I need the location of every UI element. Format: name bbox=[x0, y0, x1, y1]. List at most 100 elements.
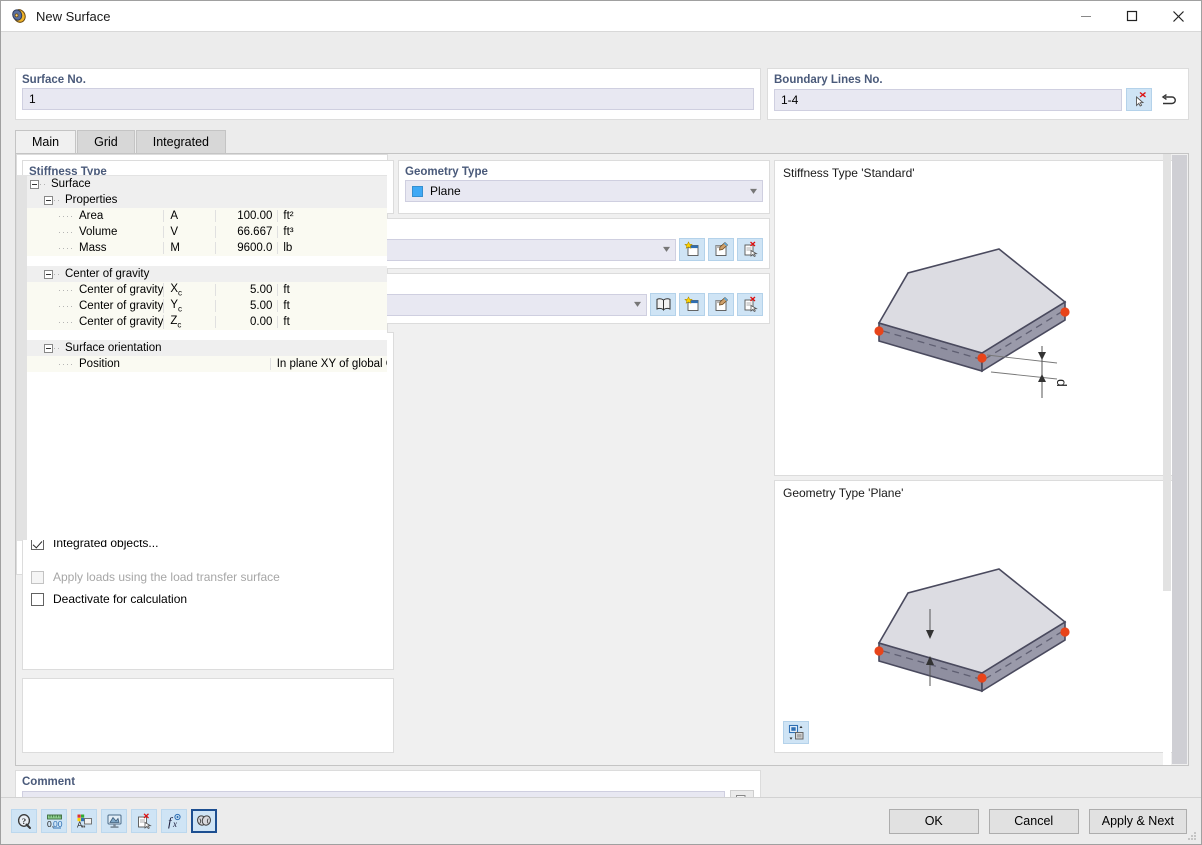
tree-row-label: Properties bbox=[65, 194, 118, 206]
tree-connector: ·· bbox=[39, 179, 47, 189]
minimize-button[interactable] bbox=[1063, 1, 1109, 32]
reverse-icon[interactable] bbox=[1156, 88, 1182, 111]
visibility-icon[interactable] bbox=[101, 809, 127, 833]
collapse-icon[interactable] bbox=[44, 343, 53, 353]
preview-geometry-title: Geometry Type 'Plane' bbox=[783, 486, 904, 500]
tree-row-unit: ft² bbox=[277, 210, 327, 222]
tree-row-value: 9600.0 bbox=[215, 242, 277, 254]
new-icon[interactable] bbox=[679, 293, 705, 316]
tab-main[interactable]: Main bbox=[15, 130, 77, 153]
select-lines-icon[interactable] bbox=[1126, 88, 1152, 111]
option-checkbox-10[interactable]: Deactivate for calculation bbox=[31, 588, 393, 610]
tree-row[interactable]: ···· Area A 100.00 ft² bbox=[27, 208, 387, 224]
main-tab-panel: Stiffness Type Standard ▾ Geometry Type … bbox=[15, 153, 1189, 766]
tab-integrated[interactable]: Integrated bbox=[135, 130, 227, 153]
cancel-button[interactable]: Cancel bbox=[988, 808, 1079, 834]
chevron-down-icon: ▾ bbox=[633, 299, 642, 310]
tree-row-label: Mass bbox=[79, 242, 107, 254]
edit-icon[interactable] bbox=[708, 293, 734, 316]
preview-geometry: Geometry Type 'Plane' bbox=[774, 480, 1184, 753]
display-properties-icon[interactable]: A bbox=[71, 809, 97, 833]
information-tree[interactable]: ·· Surface ·· Properties ···· Area A 100.00 ft² ·… bbox=[27, 176, 387, 540]
formula-icon[interactable]: f x bbox=[161, 809, 187, 833]
footer-toolbar: ? 0, 00 A f x bbox=[11, 809, 217, 833]
delete-icon[interactable] bbox=[737, 293, 763, 316]
chevron-down-icon: ▾ bbox=[749, 185, 758, 197]
ok-button[interactable]: OK bbox=[888, 808, 979, 834]
tab-grid-label: Grid bbox=[94, 135, 118, 149]
boundary-lines-label: Boundary Lines No. bbox=[774, 74, 883, 86]
tree-row-unit: ft³ bbox=[277, 226, 327, 238]
tab-bar: Main Grid Integrated bbox=[15, 130, 1189, 153]
close-button[interactable] bbox=[1155, 1, 1201, 32]
boundary-lines-input[interactable]: 1-4 bbox=[774, 88, 1122, 111]
geometry-type-value: Plane bbox=[430, 184, 461, 198]
chevron-down-icon: ▾ bbox=[662, 244, 671, 255]
collapse-icon[interactable] bbox=[44, 195, 53, 205]
collapse-icon[interactable] bbox=[44, 269, 53, 279]
geometry-type-label: Geometry Type bbox=[405, 166, 488, 178]
delete-object-icon[interactable] bbox=[131, 809, 157, 833]
tree-row[interactable]: ···· Volume V 66.667 ft³ bbox=[27, 224, 387, 240]
tab-grid[interactable]: Grid bbox=[77, 130, 135, 153]
surface-no-group: Surface No. 1 bbox=[15, 68, 761, 120]
library-icon[interactable] bbox=[650, 293, 676, 316]
checkbox-icon bbox=[31, 592, 44, 606]
tree-row-unit: ft bbox=[277, 316, 327, 328]
tree-connector: ···· bbox=[58, 243, 74, 253]
boundary-lines-group: Boundary Lines No. 1-4 bbox=[767, 68, 1189, 120]
tree-connector: ···· bbox=[58, 285, 74, 295]
tree-row-value: 5.00 bbox=[215, 300, 277, 312]
dialog-body: Surface No. 1 Boundary Lines No. 1-4 Mai… bbox=[1, 32, 1201, 844]
tree-row-label: Area bbox=[79, 210, 104, 222]
vertical-scrollbar[interactable] bbox=[1172, 155, 1187, 764]
tree-connector: ···· bbox=[58, 211, 74, 221]
geometry-type-select[interactable]: Plane ▾ bbox=[405, 180, 763, 202]
resize-grip[interactable] bbox=[1186, 830, 1198, 842]
tree-row-label: Surface bbox=[51, 178, 91, 190]
svg-text:?: ? bbox=[21, 816, 25, 826]
option-checkbox-9: Apply loads using the load transfer surf… bbox=[31, 566, 393, 588]
tree-row[interactable]: ·· Properties bbox=[27, 192, 387, 208]
tree-row-label: Center of gravity bbox=[79, 300, 164, 312]
collapse-icon[interactable] bbox=[30, 179, 39, 189]
tree-connector: ·· bbox=[53, 195, 61, 205]
tree-row[interactable]: ·· Surface orientation bbox=[27, 340, 387, 356]
units-icon[interactable]: 0, 00 bbox=[41, 809, 67, 833]
new-surface-dialog: New Surface Surface No. 1 Boundary Lines… bbox=[0, 0, 1202, 845]
preview-stiffness-canvas: d bbox=[775, 183, 1183, 475]
edit-icon[interactable] bbox=[708, 238, 734, 261]
options-spacer bbox=[31, 554, 393, 566]
tree-row[interactable]: ·· Surface bbox=[27, 176, 387, 192]
boundary-lines-value: 1-4 bbox=[781, 92, 799, 107]
tree-row-value: 100.00 bbox=[215, 210, 277, 222]
tree-row[interactable]: ···· Position In plane XY of global CS bbox=[27, 356, 387, 372]
tree-row[interactable]: ···· Center of gravity Yc 5.00 ft bbox=[27, 298, 387, 314]
comment-label: Comment bbox=[22, 776, 76, 788]
surface-no-input[interactable]: 1 bbox=[22, 88, 754, 110]
scrollbar-thumb[interactable] bbox=[1172, 155, 1187, 764]
tree-row[interactable]: ···· Center of gravity Zc 0.00 ft bbox=[27, 314, 387, 330]
tree-row-label: Surface orientation bbox=[65, 342, 162, 354]
tree-row-symbol: Yc bbox=[163, 298, 215, 314]
left-blank-panel bbox=[22, 678, 394, 753]
tree-row[interactable]: ···· Center of gravity Xc 5.00 ft bbox=[27, 282, 387, 298]
coordinate-icon[interactable] bbox=[191, 809, 217, 833]
tree-row-value: 0.00 bbox=[215, 316, 277, 328]
info-icon[interactable]: ? bbox=[11, 809, 37, 833]
tree-row-symbol: V bbox=[163, 226, 215, 238]
tree-row-label: Volume bbox=[79, 226, 118, 238]
tree-row-label: Center of gravity bbox=[79, 316, 164, 328]
tree-row-value: 5.00 bbox=[215, 284, 277, 296]
apply-next-button[interactable]: Apply & Next bbox=[1088, 808, 1187, 834]
new-icon[interactable] bbox=[679, 238, 705, 261]
tree-connector: ···· bbox=[58, 359, 74, 369]
tree-row-label: Position bbox=[79, 358, 120, 370]
option-label: Deactivate for calculation bbox=[53, 592, 188, 606]
information-panel: Information | Analytical ··Surface··Prop… bbox=[16, 154, 388, 575]
swap-view-icon[interactable] bbox=[783, 721, 809, 744]
maximize-button[interactable] bbox=[1109, 1, 1155, 32]
delete-icon[interactable] bbox=[737, 238, 763, 261]
tree-row[interactable]: ···· Mass M 9600.0 lb bbox=[27, 240, 387, 256]
tree-row[interactable]: ·· Center of gravity bbox=[27, 266, 387, 282]
